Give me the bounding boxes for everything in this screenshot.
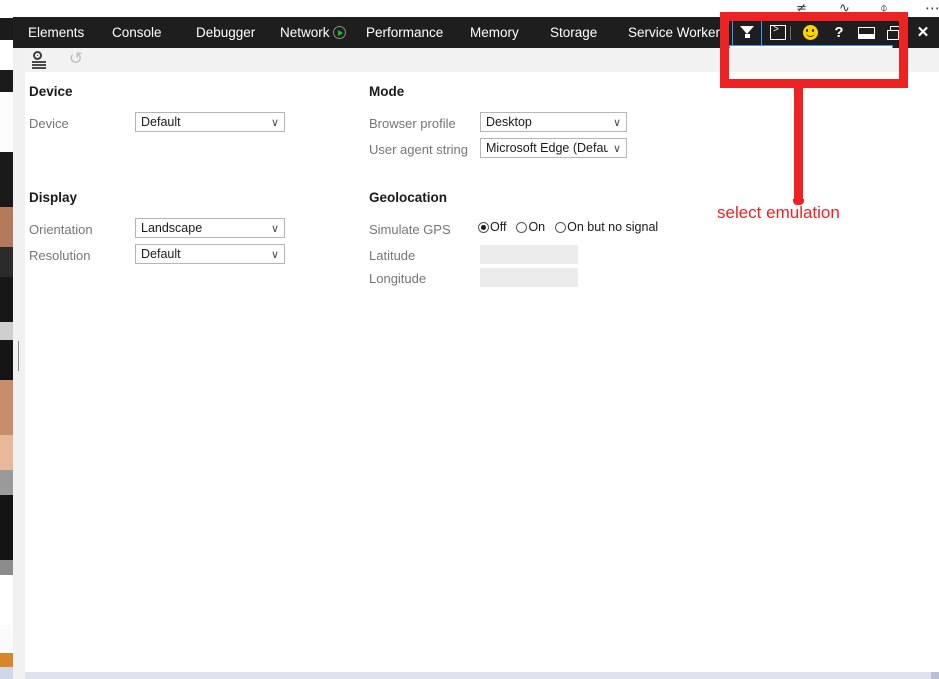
label-device: Device	[29, 116, 69, 131]
radio-dot-icon	[478, 221, 489, 233]
bottom-strip-accent	[931, 672, 939, 679]
device-select[interactable]: Default ∨	[135, 112, 285, 132]
panel-selector-button[interactable]	[732, 17, 762, 48]
tab-service-workers[interactable]: Service Workers	[628, 17, 727, 48]
chevron-down-icon: ∨	[612, 141, 622, 155]
tab-memory[interactable]: Memory	[470, 17, 519, 48]
label-simulate-gps: Simulate GPS	[369, 222, 451, 237]
bottom-status-strip	[25, 672, 939, 679]
annotation-text: select emulation	[717, 203, 840, 222]
screenshot-root: ≠ ∿ ⌽ ⋯ Elements Console Debugger Networ…	[0, 0, 939, 679]
tab-elements[interactable]: Elements	[28, 17, 84, 48]
close-button[interactable]: ✕	[908, 17, 938, 48]
radio-gps-on-label: On	[528, 220, 546, 234]
console-drawer-button[interactable]	[763, 17, 793, 48]
browser-profile-select[interactable]: Desktop ∨	[480, 112, 627, 132]
label-longitude: Longitude	[369, 271, 427, 286]
radio-gps-off-label: Off	[490, 220, 507, 234]
resolution-select[interactable]: Default ∨	[135, 244, 285, 264]
console-icon	[770, 25, 786, 40]
splitter-grip-icon[interactable]	[18, 341, 22, 371]
orientation-select[interactable]: Landscape ∨	[135, 218, 285, 238]
orientation-select-value: Landscape	[141, 221, 203, 235]
browser-toolbar-strip: ≠ ∿ ⌽ ⋯	[13, 0, 939, 18]
page-content-sliver	[0, 0, 13, 679]
label-latitude: Latitude	[369, 248, 416, 263]
share-icon[interactable]: ⌽	[880, 0, 888, 17]
latitude-input[interactable]	[480, 245, 578, 264]
radio-gps-off[interactable]: Off	[478, 220, 506, 234]
network-play-icon[interactable]	[333, 26, 346, 39]
smiley-icon	[802, 25, 818, 40]
tab-network[interactable]: Network	[280, 17, 330, 48]
more-icon[interactable]: ⋯	[925, 0, 939, 17]
radio-dot-icon	[516, 221, 528, 233]
emulation-subtoolbar: ↺	[25, 48, 939, 73]
user-agent-select-value: Microsoft Edge (Default	[486, 141, 608, 155]
dock-button[interactable]	[851, 17, 881, 48]
label-user-agent-string: User agent string	[369, 142, 468, 157]
device-select-value: Default	[141, 115, 181, 129]
longitude-input[interactable]	[480, 268, 578, 287]
chevron-down-icon: ∨	[270, 221, 280, 235]
simulate-gps-radio-group: Off On On but no signal	[478, 220, 668, 234]
funnel-icon	[739, 26, 755, 39]
reading-list-icon[interactable]: ≠	[796, 0, 807, 17]
chevron-down-icon: ∨	[612, 115, 622, 129]
tab-console[interactable]: Console	[112, 17, 162, 48]
tab-debugger[interactable]: Debugger	[196, 17, 255, 48]
radio-gps-on[interactable]: On	[516, 220, 545, 234]
annotation-arrow	[793, 88, 804, 205]
close-x-icon: ✕	[916, 24, 930, 41]
label-orientation: Orientation	[29, 222, 93, 237]
section-title-mode: Mode	[369, 84, 405, 99]
tab-performance[interactable]: Performance	[366, 17, 443, 48]
dock-window-icon	[857, 26, 875, 39]
toolbar-divider	[790, 26, 791, 40]
feedback-button[interactable]	[795, 17, 825, 48]
question-mark-icon: ?	[834, 24, 844, 41]
chevron-down-icon: ∨	[270, 115, 280, 129]
browser-profile-select-value: Desktop	[486, 115, 532, 129]
web-notes-icon[interactable]: ∿	[839, 0, 850, 17]
label-browser-profile: Browser profile	[369, 116, 456, 131]
undo-reset-icon[interactable]: ↺	[67, 50, 85, 68]
user-agent-select[interactable]: Microsoft Edge (Default ∨	[480, 138, 627, 158]
section-title-device: Device	[29, 84, 73, 99]
radio-gps-no-signal[interactable]: On but no signal	[555, 220, 658, 234]
undock-panel-icon	[887, 25, 903, 40]
settings-gear-icon[interactable]	[30, 51, 50, 69]
chevron-down-icon: ∨	[270, 247, 280, 261]
tab-storage[interactable]: Storage	[550, 17, 597, 48]
label-resolution: Resolution	[29, 248, 91, 263]
radio-gps-no-signal-label: On but no signal	[567, 220, 659, 234]
undock-button[interactable]	[880, 17, 910, 48]
resolution-select-value: Default	[141, 247, 181, 261]
radio-dot-icon	[555, 221, 567, 233]
section-title-geolocation: Geolocation	[369, 190, 448, 205]
help-button[interactable]: ?	[824, 17, 854, 48]
section-title-display: Display	[29, 190, 78, 205]
